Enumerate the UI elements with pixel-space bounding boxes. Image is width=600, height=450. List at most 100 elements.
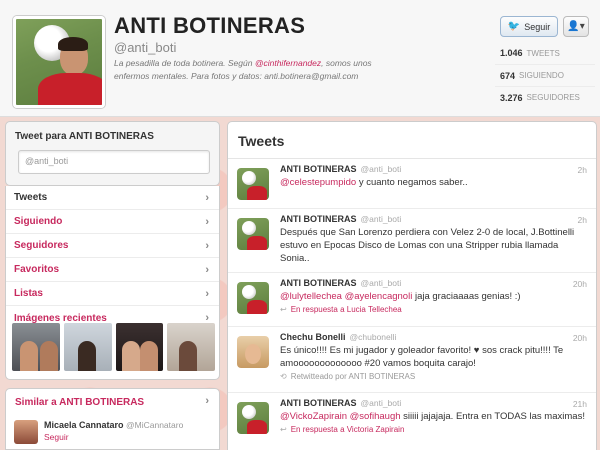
stat-tweets-label: TWEETS <box>526 48 560 58</box>
similar-title[interactable]: Similar a ANTI BOTINERAS <box>15 397 144 408</box>
reply-context-label: En respuesta a Victoria Zapirain <box>290 425 405 434</box>
tweet-time[interactable]: 2h <box>578 165 587 175</box>
nav-item-followers[interactable]: Seguidores › <box>6 234 219 258</box>
nav-item-following[interactable]: Siguiendo › <box>6 210 219 234</box>
tweet-text: @lulytellechea @ayelencagnoli jaja graci… <box>280 290 586 303</box>
stat-followers[interactable]: 3.276 SEGUIDORES <box>495 86 595 108</box>
stat-followers-value: 3.276 <box>500 92 523 103</box>
tweet-retweet-context: ⟲ Retwitteado por ANTI BOTINERAS <box>280 372 586 381</box>
bio-mention-link[interactable]: @cinthifernandez <box>255 58 321 68</box>
tweet-author[interactable]: Chechu Bonelli <box>280 332 346 342</box>
profile-avatar[interactable] <box>13 16 105 108</box>
retweet-context-label: Retwitteado por ANTI BOTINERAS <box>290 372 416 381</box>
tweet-mention[interactable]: @VickoZapirain @sofihaugh <box>280 411 401 422</box>
reply-context-label: En respuesta a Lucia Tellechea <box>290 305 402 314</box>
follow-button[interactable]: 🐦 Seguir <box>500 16 558 37</box>
tweet-text: @celestepumpido y cuanto negamos saber.. <box>280 176 586 189</box>
chevron-right-icon: › <box>205 215 209 228</box>
nav-item-favorites[interactable]: Favoritos › <box>6 258 219 282</box>
profile-nav: Tweets › Siguiendo › Seguidores › Favori… <box>5 186 220 380</box>
stat-following[interactable]: 674 SIGUIENDO <box>495 64 595 86</box>
tweet-body: siiiii jajajaja. Entra en TODAS las maxi… <box>400 411 585 422</box>
tweet-body: jaja graciaaaas genias! :) <box>412 291 521 302</box>
stat-tweets-value: 1.046 <box>500 48 523 58</box>
follow-label: Seguir <box>524 21 551 32</box>
tweet-handle: @chubonelli <box>349 332 397 342</box>
tweets-timeline: Tweets ANTI BOTINERAS @anti_boti 2h @cele… <box>227 121 597 450</box>
tweet-time[interactable]: 20h <box>573 333 587 343</box>
tweet-author[interactable]: ANTI BOTINERAS <box>280 278 357 288</box>
nav-label: Seguidores <box>14 240 69 251</box>
tweet-handle: @anti_boti <box>360 278 402 288</box>
nav-item-tweets[interactable]: Tweets › <box>6 186 219 210</box>
chevron-right-icon: › <box>205 263 209 276</box>
similar-follow-link[interactable]: Seguir <box>44 432 69 442</box>
tweet-avatar[interactable] <box>237 218 269 250</box>
tweet-handle: @anti_boti <box>360 214 402 224</box>
tweet-reply-context[interactable]: ↩ En respuesta a Lucia Tellechea <box>280 305 586 314</box>
chevron-right-icon: › <box>205 395 209 407</box>
reply-icon: ↩ <box>280 305 287 314</box>
tweet-author[interactable]: ANTI BOTINERAS <box>280 214 357 224</box>
tweet-avatar[interactable] <box>237 336 269 368</box>
recent-image-thumb[interactable] <box>63 323 112 371</box>
tweet-item[interactable]: Chechu Bonelli @chubonelli 20h Es único!!… <box>228 327 596 393</box>
user-menu-button[interactable]: 👤▾ <box>563 16 589 37</box>
similar-handle: @MiCannataro <box>126 420 184 430</box>
tweet-handle: @anti_boti <box>360 398 402 408</box>
tweet-reply-context[interactable]: ↩ En respuesta a Victoria Zapirain <box>280 425 586 434</box>
person-dropdown-icon: 👤▾ <box>567 21 585 32</box>
profile-handle: @anti_boti <box>114 40 177 55</box>
tweet-author[interactable]: ANTI BOTINERAS <box>280 398 357 408</box>
tweet-author[interactable]: ANTI BOTINERAS <box>280 164 357 174</box>
tweet-text: @VickoZapirain @sofihaugh siiiii jajajaj… <box>280 410 586 423</box>
nav-label: Siguiendo <box>14 216 63 227</box>
retweet-icon: ⟲ <box>280 372 287 381</box>
tweet-mention[interactable]: @lulytellechea @ayelencagnoli <box>280 291 412 302</box>
similar-avatar[interactable] <box>14 420 38 444</box>
profile-name: ANTI BOTINERAS <box>114 13 306 38</box>
tweet-body: y cuanto negamos saber.. <box>356 177 468 188</box>
recent-image-thumb[interactable] <box>115 323 164 371</box>
chevron-right-icon: › <box>205 191 209 204</box>
tweet-time[interactable]: 20h <box>573 279 587 289</box>
nav-label: Tweets <box>14 192 48 203</box>
nav-label: Favoritos <box>14 264 60 275</box>
tweet-mention[interactable]: @celestepumpido <box>280 177 356 188</box>
tweet-avatar[interactable] <box>237 282 269 314</box>
twitter-bird-icon: 🐦 <box>507 21 521 32</box>
tweet-text: Es único!!!! Es mi jugador y goleador fa… <box>280 344 586 370</box>
stat-tweets[interactable]: 1.046 TWEETS <box>495 42 595 64</box>
compose-input[interactable]: @anti_boti <box>18 150 210 174</box>
tweet-time[interactable]: 21h <box>573 399 587 409</box>
timeline-title: Tweets <box>228 122 596 159</box>
nav-item-lists[interactable]: Listas › <box>6 282 219 306</box>
nav-label: Listas <box>14 288 43 299</box>
reply-icon: ↩ <box>280 425 287 434</box>
similar-name[interactable]: Micaela Cannataro <box>44 420 124 430</box>
profile-bio: La pesadilla de toda botinera. Según @ci… <box>114 57 394 83</box>
tweet-item[interactable]: ANTI BOTINERAS @anti_boti 21h @VickoZapir… <box>228 393 596 450</box>
tweet-handle: @anti_boti <box>360 164 402 174</box>
tweet-item[interactable]: ANTI BOTINERAS @anti_boti 2h Después que … <box>228 209 596 273</box>
tweet-text: Después que San Lorenzo perdiera con Vel… <box>280 226 586 265</box>
tweet-time[interactable]: 2h <box>578 215 587 225</box>
tweet-item[interactable]: ANTI BOTINERAS @anti_boti 2h @celestepump… <box>228 159 596 209</box>
chevron-right-icon: › <box>205 287 209 300</box>
profile-stats: 1.046 TWEETS 674 SIGUIENDO 3.276 SEGUIDO… <box>495 42 595 108</box>
chevron-right-icon: › <box>205 239 209 252</box>
recent-image-thumb[interactable] <box>12 323 60 371</box>
bio-text-start: La pesadilla de toda botinera. Según <box>114 58 255 68</box>
tweet-body: Es único!!!! Es mi jugador y goleador fa… <box>280 345 564 369</box>
stat-following-label: SIGUIENDO <box>519 71 564 80</box>
tweet-avatar[interactable] <box>237 168 269 200</box>
recent-images-strip <box>12 323 215 371</box>
tweet-avatar[interactable] <box>237 402 269 434</box>
stat-followers-label: SEGUIDORES <box>526 93 580 102</box>
tweet-item[interactable]: ANTI BOTINERAS @anti_boti 20h @lulytellec… <box>228 273 596 327</box>
tweet-body: Después que San Lorenzo perdiera con Vel… <box>280 227 575 264</box>
stat-following-value: 674 <box>500 70 516 81</box>
recent-image-thumb[interactable] <box>167 323 215 371</box>
profile-card: ANTI BOTINERAS @anti_boti La pesadilla d… <box>0 0 600 117</box>
nav-label: Imágenes recientes <box>14 312 107 324</box>
